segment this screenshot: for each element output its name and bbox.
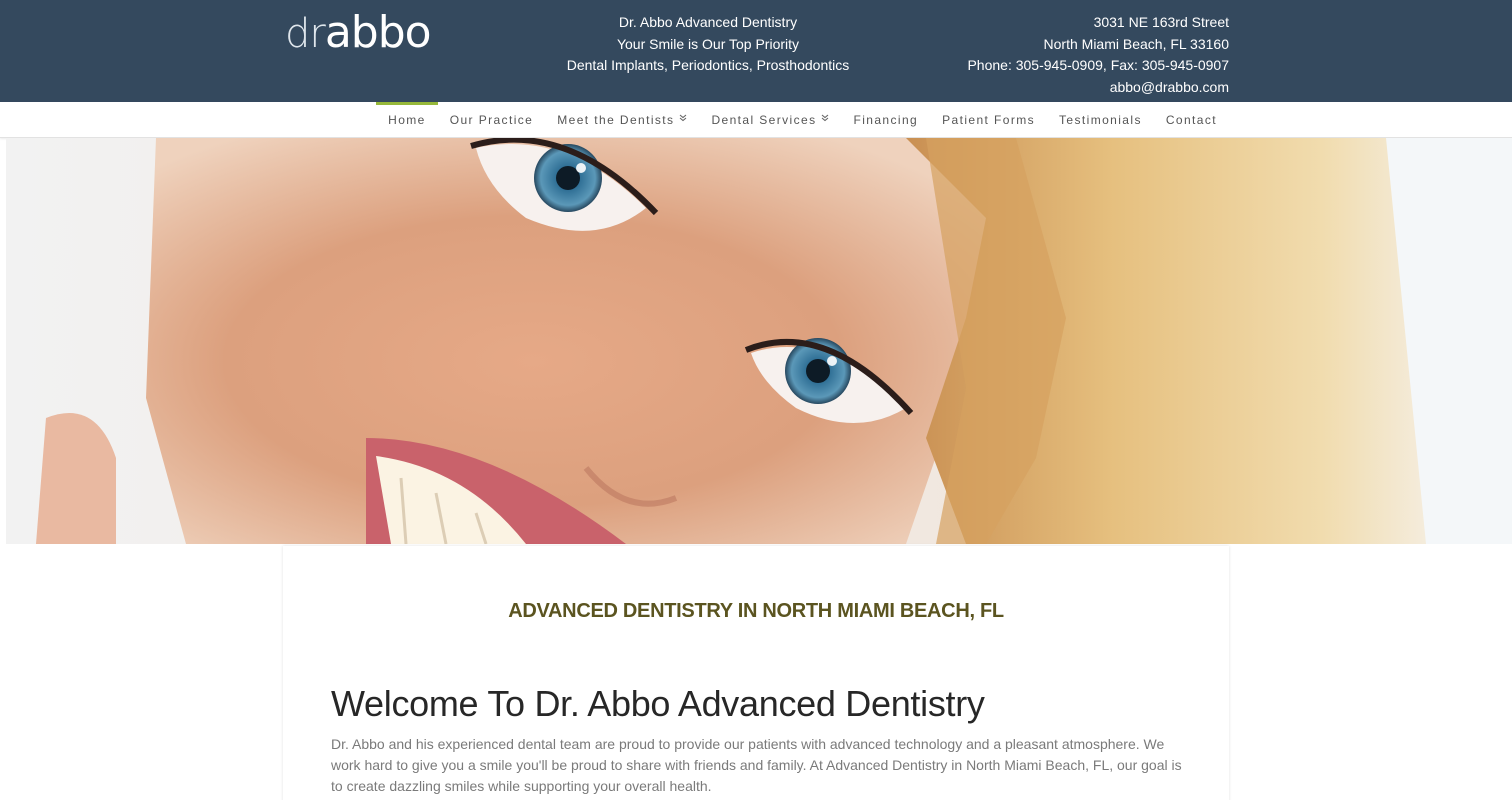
- page-title: Welcome To Dr. Abbo Advanced Dentistry: [331, 683, 985, 724]
- tagline-line-3: Dental Implants, Periodontics, Prosthodo…: [566, 57, 850, 73]
- tagline-line-2: Your Smile is Our Top Priority: [616, 35, 800, 52]
- chevron-down-icon: [821, 114, 829, 124]
- practice-tagline: Dr. Abbo Advanced Dentistry Your Smile i…: [540, 12, 876, 77]
- nav-item-patient-forms[interactable]: Patient Forms: [930, 102, 1047, 138]
- nav-label: Home: [388, 113, 426, 127]
- contact-info: 3031 NE 163rd Street North Miami Beach, …: [869, 12, 1229, 98]
- address-line-1: 3031 NE 163rd Street: [1093, 14, 1229, 30]
- nav-item-testimonials[interactable]: Testimonials: [1047, 102, 1154, 138]
- nav-label: Contact: [1165, 113, 1217, 127]
- nav-item-our-practice[interactable]: Our Practice: [438, 102, 546, 138]
- section-eyebrow: ADVANCED DENTISTRY IN NORTH MIAMI BEACH,…: [508, 600, 1004, 622]
- nav-label: Financing: [853, 113, 919, 127]
- chevron-down-icon: [679, 114, 687, 124]
- nav-item-home[interactable]: Home: [376, 102, 438, 138]
- nav-label: Testimonials: [1059, 113, 1142, 127]
- intro-paragraph: Dr. Abbo and his experienced dental team…: [331, 736, 1182, 794]
- nav-label: Meet the Dentists: [557, 113, 675, 127]
- email-link[interactable]: abbo@drabbo.com: [1110, 79, 1229, 95]
- main-nav: Home Our Practice Meet the Dentists Dent…: [376, 102, 1229, 138]
- nav-label: Patient Forms: [942, 113, 1036, 127]
- nav-label: Our Practice: [449, 113, 534, 127]
- logo-abbo: abbo: [324, 7, 432, 58]
- nav-item-financing[interactable]: Financing: [841, 102, 930, 138]
- hero-photo-illustration: [6, 138, 1512, 544]
- main-navbar: Home Our Practice Meet the Dentists Dent…: [0, 102, 1512, 138]
- nav-label: Dental Services: [711, 113, 817, 127]
- site-header: dr abbo Dr. Abbo Advanced Dentistry Your …: [0, 0, 1512, 102]
- address-line-2: North Miami Beach, FL 33160: [1043, 35, 1229, 52]
- nav-item-meet-the-dentists[interactable]: Meet the Dentists: [545, 102, 699, 138]
- tagline-line-1: Dr. Abbo Advanced Dentistry: [618, 14, 798, 30]
- nav-item-contact[interactable]: Contact: [1154, 102, 1229, 138]
- phone-fax: Phone: 305-945-0909, Fax: 305-945-0907: [967, 57, 1229, 73]
- hero-image: [6, 138, 1512, 544]
- nav-item-dental-services[interactable]: Dental Services: [699, 102, 841, 138]
- site-logo[interactable]: dr abbo: [285, 7, 432, 58]
- logo-dr: dr: [285, 11, 326, 57]
- content-card: ADVANCED DENTISTRY IN NORTH MIAMI BEACH,…: [283, 546, 1229, 800]
